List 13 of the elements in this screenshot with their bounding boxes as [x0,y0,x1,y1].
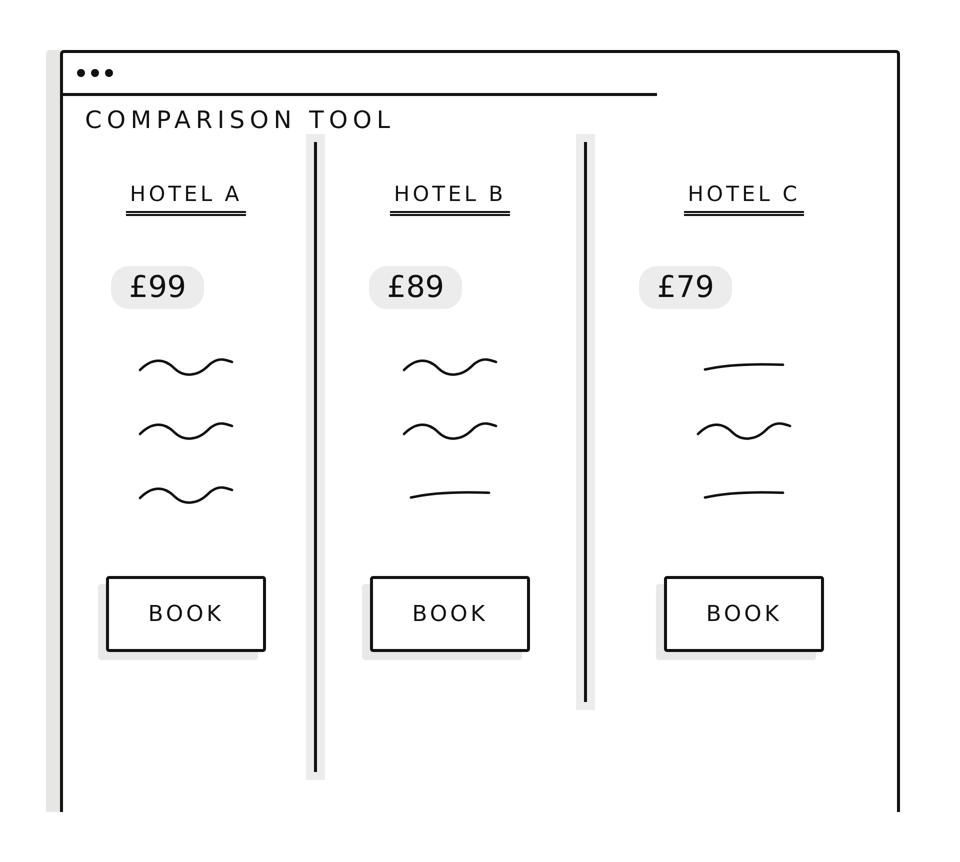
price: £79 [639,266,732,309]
window-dot-icon [91,69,99,77]
dash-icon [703,490,785,498]
hotel-name: HOTEL C [684,182,804,216]
hotel-name: HOTEL B [390,182,510,216]
hotel-name: HOTEL A [126,182,246,216]
page-title: COMPARISON TOOL [84,105,395,134]
price: £99 [111,266,204,309]
price: £89 [369,266,462,309]
window-dot-icon [105,69,113,77]
window-dot-icon [77,69,85,77]
dash-icon [703,362,785,370]
dash-icon [409,490,491,498]
